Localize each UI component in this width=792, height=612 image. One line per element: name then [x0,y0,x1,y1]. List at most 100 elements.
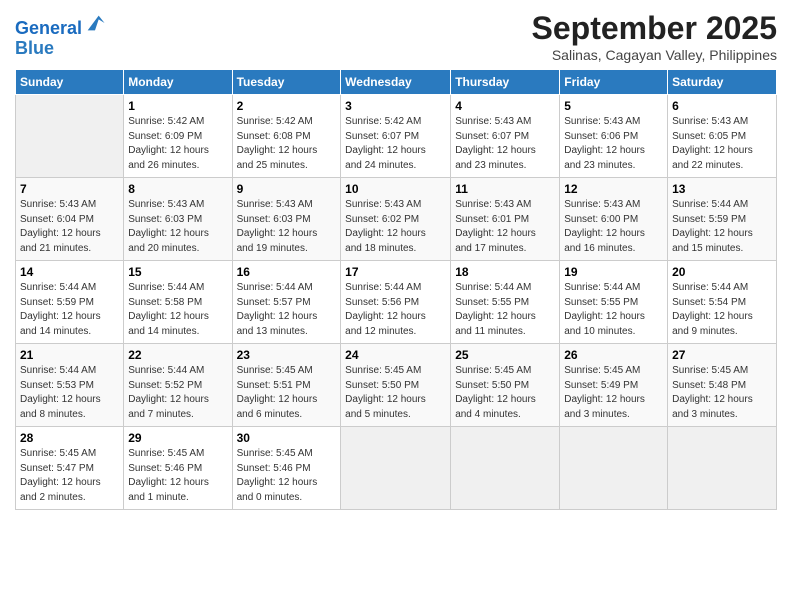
day-number: 29 [128,431,227,445]
calendar-cell: 20 Sunrise: 5:44 AMSunset: 5:54 PMDayligh… [668,261,777,344]
calendar-cell: 26 Sunrise: 5:45 AMSunset: 5:49 PMDayligh… [560,344,668,427]
day-info: Sunrise: 5:44 AMSunset: 5:56 PMDaylight:… [345,281,446,339]
month-title: September 2025 [532,10,777,47]
calendar-cell: 14Sunrise: 5:44 AMSunset: 5:59 PMDayligh… [16,261,124,344]
day-number: 9 [237,182,337,196]
calendar-cell: 24 Sunrise: 5:45 AMSunset: 5:50 PMDayligh… [341,344,451,427]
day-number: 24 [345,348,446,362]
day-info: Sunrise: 5:43 AMSunset: 6:01 PMDaylight:… [455,198,555,256]
day-number: 26 [564,348,663,362]
day-info: Sunrise: 5:44 AMSunset: 5:59 PMDaylight:… [672,198,772,256]
location: Salinas, Cagayan Valley, Philippines [532,47,777,63]
day-number: 2 [237,99,337,113]
day-info: Sunrise: 5:43 AMSunset: 6:05 PMDaylight:… [672,115,772,173]
calendar-table: SundayMondayTuesdayWednesdayThursdayFrid… [15,69,777,510]
day-of-week-header: Thursday [451,70,560,95]
day-number: 28 [20,431,119,445]
calendar-cell: 5 Sunrise: 5:43 AMSunset: 6:06 PMDaylight… [560,95,668,178]
calendar-header-row: SundayMondayTuesdayWednesdayThursdayFrid… [16,70,777,95]
calendar-cell: 25Sunrise: 5:45 AMSunset: 5:50 PMDayligh… [451,344,560,427]
calendar-cell: 3 Sunrise: 5:42 AMSunset: 6:07 PMDaylight… [341,95,451,178]
calendar-cell: 23 Sunrise: 5:45 AMSunset: 5:51 PMDayligh… [232,344,341,427]
day-of-week-header: Wednesday [341,70,451,95]
day-number: 17 [345,265,446,279]
day-info: Sunrise: 5:42 AMSunset: 6:08 PMDaylight:… [237,115,337,173]
calendar-cell: 17 Sunrise: 5:44 AMSunset: 5:56 PMDayligh… [341,261,451,344]
day-number: 18 [455,265,555,279]
calendar-cell: 19Sunrise: 5:44 AMSunset: 5:55 PMDayligh… [560,261,668,344]
calendar-cell [451,427,560,510]
day-number: 30 [237,431,337,445]
calendar-cell: 18 Sunrise: 5:44 AMSunset: 5:55 PMDayligh… [451,261,560,344]
day-number: 21 [20,348,119,362]
calendar-cell: 30 Sunrise: 5:45 AMSunset: 5:46 PMDayligh… [232,427,341,510]
day-info: Sunrise: 5:45 AMSunset: 5:50 PMDaylight:… [345,364,446,422]
calendar-body: 1Sunrise: 5:42 AMSunset: 6:09 PMDaylight… [16,95,777,510]
day-number: 11 [455,182,555,196]
day-of-week-header: Saturday [668,70,777,95]
calendar-cell [560,427,668,510]
day-number: 22 [128,348,227,362]
day-info: Sunrise: 5:43 AMSunset: 6:03 PMDaylight:… [237,198,337,256]
calendar-cell: 15 Sunrise: 5:44 AMSunset: 5:58 PMDayligh… [124,261,232,344]
calendar-cell: 29 Sunrise: 5:45 AMSunset: 5:46 PMDayligh… [124,427,232,510]
day-info: Sunrise: 5:44 AMSunset: 5:58 PMDaylight:… [128,281,227,339]
day-of-week-header: Friday [560,70,668,95]
day-info: Sunrise: 5:45 AMSunset: 5:50 PMDaylight:… [455,364,555,422]
day-info: Sunrise: 5:45 AMSunset: 5:48 PMDaylight:… [672,364,772,422]
day-of-week-header: Monday [124,70,232,95]
calendar-cell: 2 Sunrise: 5:42 AMSunset: 6:08 PMDaylight… [232,95,341,178]
day-number: 13 [672,182,772,196]
day-of-week-header: Sunday [16,70,124,95]
calendar-cell [16,95,124,178]
day-info: Sunrise: 5:44 AMSunset: 5:57 PMDaylight:… [237,281,337,339]
day-info: Sunrise: 5:45 AMSunset: 5:51 PMDaylight:… [237,364,337,422]
day-number: 5 [564,99,663,113]
day-number: 6 [672,99,772,113]
day-number: 20 [672,265,772,279]
day-number: 12 [564,182,663,196]
logo-icon [84,12,106,34]
day-info: Sunrise: 5:44 AMSunset: 5:55 PMDaylight:… [455,281,555,339]
day-info: Sunrise: 5:44 AMSunset: 5:53 PMDaylight:… [20,364,119,422]
calendar-cell: 8 Sunrise: 5:43 AMSunset: 6:03 PMDaylight… [124,178,232,261]
calendar-cell: 1Sunrise: 5:42 AMSunset: 6:09 PMDaylight… [124,95,232,178]
calendar-cell: 12 Sunrise: 5:43 AMSunset: 6:00 PMDayligh… [560,178,668,261]
day-info: Sunrise: 5:44 AMSunset: 5:52 PMDaylight:… [128,364,227,422]
day-number: 4 [455,99,555,113]
day-number: 7 [20,182,119,196]
day-info: Sunrise: 5:42 AMSunset: 6:09 PMDaylight:… [128,115,227,173]
day-info: Sunrise: 5:43 AMSunset: 6:06 PMDaylight:… [564,115,663,173]
day-info: Sunrise: 5:44 AMSunset: 5:55 PMDaylight:… [564,281,663,339]
day-info: Sunrise: 5:42 AMSunset: 6:07 PMDaylight:… [345,115,446,173]
day-info: Sunrise: 5:45 AMSunset: 5:47 PMDaylight:… [20,447,119,505]
day-number: 16 [237,265,337,279]
logo-text: GeneralBlue [15,16,106,59]
calendar-cell: 13 Sunrise: 5:44 AMSunset: 5:59 PMDayligh… [668,178,777,261]
day-number: 10 [345,182,446,196]
day-number: 3 [345,99,446,113]
calendar-cell: 11 Sunrise: 5:43 AMSunset: 6:01 PMDayligh… [451,178,560,261]
title-block: September 2025 Salinas, Cagayan Valley, … [532,10,777,63]
day-info: Sunrise: 5:43 AMSunset: 6:07 PMDaylight:… [455,115,555,173]
day-info: Sunrise: 5:45 AMSunset: 5:46 PMDaylight:… [237,447,337,505]
day-number: 8 [128,182,227,196]
day-info: Sunrise: 5:45 AMSunset: 5:46 PMDaylight:… [128,447,227,505]
calendar-cell [341,427,451,510]
day-info: Sunrise: 5:45 AMSunset: 5:49 PMDaylight:… [564,364,663,422]
calendar-cell: 10Sunrise: 5:43 AMSunset: 6:02 PMDayligh… [341,178,451,261]
calendar-cell: 22 Sunrise: 5:44 AMSunset: 5:52 PMDayligh… [124,344,232,427]
day-info: Sunrise: 5:43 AMSunset: 6:03 PMDaylight:… [128,198,227,256]
day-of-week-header: Tuesday [232,70,341,95]
day-number: 23 [237,348,337,362]
day-number: 15 [128,265,227,279]
day-info: Sunrise: 5:44 AMSunset: 5:54 PMDaylight:… [672,281,772,339]
page-header: GeneralBlue September 2025 Salinas, Caga… [15,10,777,63]
calendar-cell: 7 Sunrise: 5:43 AMSunset: 6:04 PMDaylight… [16,178,124,261]
day-info: Sunrise: 5:43 AMSunset: 6:00 PMDaylight:… [564,198,663,256]
calendar-cell: 4 Sunrise: 5:43 AMSunset: 6:07 PMDaylight… [451,95,560,178]
day-info: Sunrise: 5:44 AMSunset: 5:59 PMDaylight:… [20,281,119,339]
day-info: Sunrise: 5:43 AMSunset: 6:04 PMDaylight:… [20,198,119,256]
calendar-cell: 28 Sunrise: 5:45 AMSunset: 5:47 PMDayligh… [16,427,124,510]
calendar-cell: 21 Sunrise: 5:44 AMSunset: 5:53 PMDayligh… [16,344,124,427]
